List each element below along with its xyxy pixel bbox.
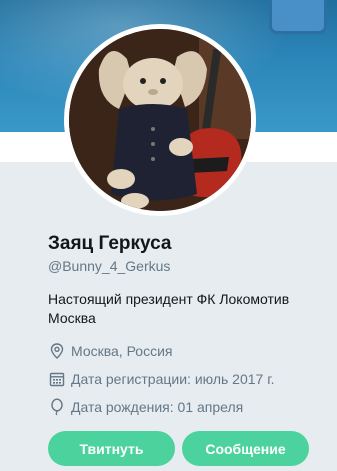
- avatar[interactable]: [64, 24, 256, 216]
- calendar-icon: [48, 370, 66, 388]
- joined-text: Дата регистрации: июль 2017 г.: [71, 371, 275, 387]
- banner-badge: [269, 0, 327, 34]
- profile-joined: Дата регистрации: июль 2017 г.: [48, 369, 275, 389]
- tweet-button[interactable]: Твитнуть: [48, 431, 175, 466]
- birthday-text: Дата рождения: 01 апреля: [71, 399, 244, 415]
- message-button[interactable]: Сообщение: [182, 431, 309, 466]
- profile-handle[interactable]: @Bunny_4_Gerkus: [48, 258, 170, 274]
- location-pin-icon: [48, 342, 66, 360]
- profile-birthday: Дата рождения: 01 апреля: [48, 397, 243, 417]
- profile-location: Москва, Россия: [48, 341, 173, 361]
- profile-bio: Настоящий президент ФК Локомотив Москва: [48, 291, 290, 326]
- profile-name: Заяц Геркуса: [48, 233, 172, 254]
- avatar-photo: [69, 29, 251, 211]
- balloon-icon: [48, 398, 66, 416]
- location-text: Москва, Россия: [71, 343, 173, 359]
